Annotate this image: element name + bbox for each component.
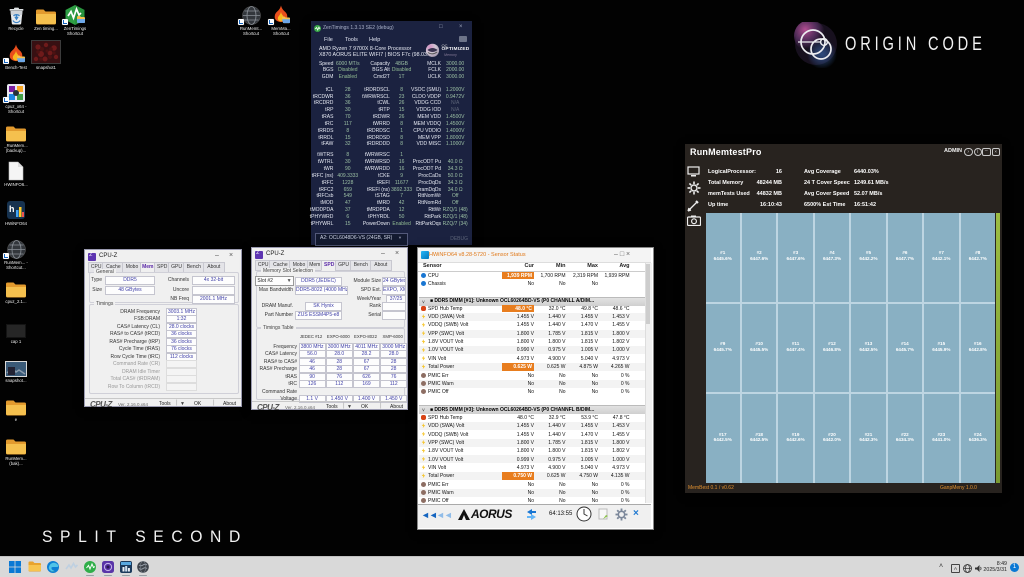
svg-text:h: h <box>9 204 15 214</box>
